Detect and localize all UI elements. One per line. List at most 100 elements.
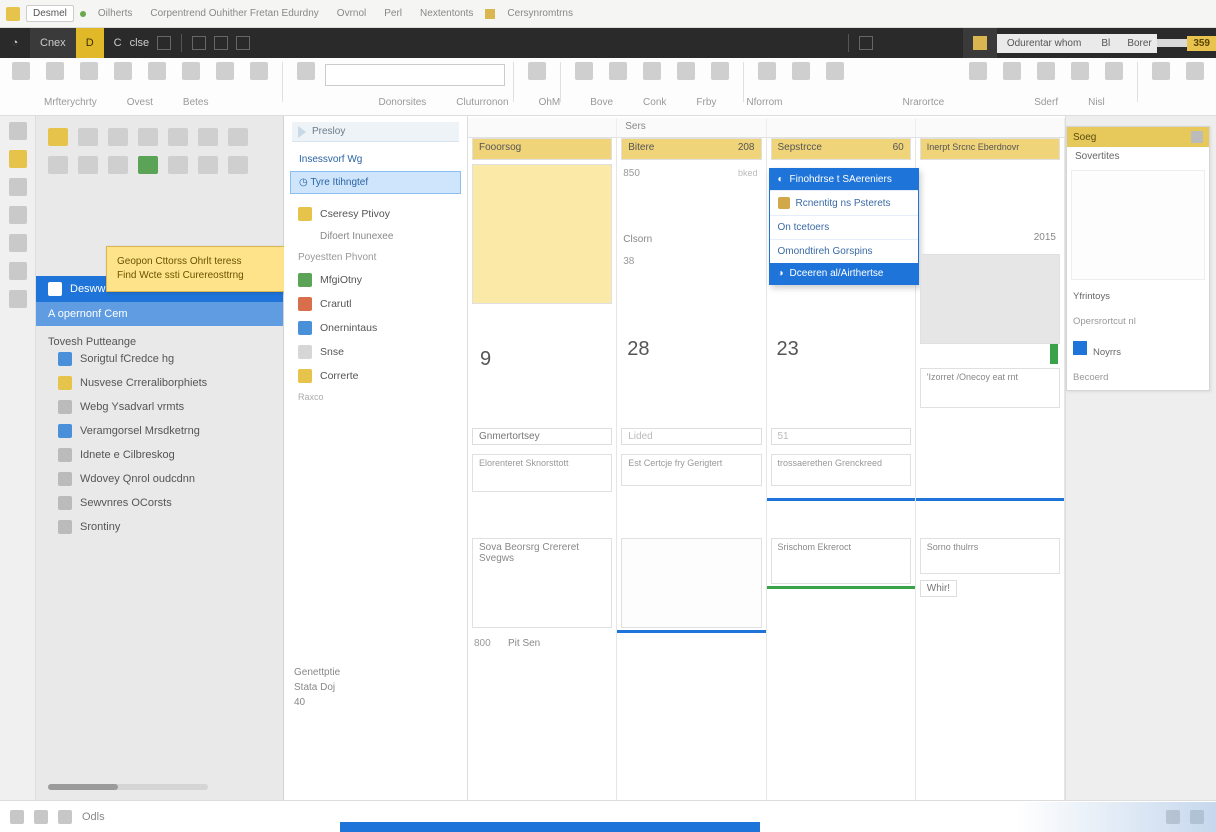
sub-3[interactable]: Betes	[183, 97, 209, 115]
tool-9[interactable]	[291, 62, 321, 80]
tool-8[interactable]	[244, 62, 274, 80]
tool-r5[interactable]	[1099, 62, 1129, 80]
cell-lbl-2[interactable]: Lided	[621, 428, 761, 445]
status-icon-3[interactable]	[58, 810, 72, 824]
exp-row-6[interactable]: Snse	[284, 340, 467, 364]
pal-13-icon[interactable]	[198, 156, 218, 174]
menu-item-2[interactable]: On tcetoers	[770, 215, 918, 239]
day-column-4[interactable]: Inerpt Srcnc Eberdnovr 2015 'Izorret /On…	[916, 138, 1065, 800]
pal-7-icon[interactable]	[228, 128, 248, 146]
pal-14-icon[interactable]	[228, 156, 248, 174]
sub-6[interactable]: OhM	[539, 97, 561, 115]
exp-row-1[interactable]: Cseresy Ptivoy	[284, 202, 467, 226]
ribbon-brand[interactable]: Cnex	[30, 28, 76, 58]
tab-5[interactable]: Perl	[378, 6, 408, 21]
ribbon-btn-c[interactable]: C	[114, 37, 122, 49]
cell-1c[interactable]: Sova Beorsrg Crereret Svegws	[472, 538, 612, 628]
sub-1[interactable]: Mrfterychrty	[44, 97, 97, 115]
tool-6[interactable]	[176, 62, 206, 80]
ribbon-b2[interactable]: Borer	[1117, 34, 1157, 53]
sub-2[interactable]: Ovest	[127, 97, 153, 115]
tool-4[interactable]	[108, 62, 138, 80]
ribbon-b1[interactable]: Bl	[1091, 34, 1117, 53]
tool-16[interactable]	[752, 62, 782, 80]
cell-3b[interactable]: trossaerethen Grenckreed	[771, 454, 911, 486]
cell-lbl-1[interactable]: Gnmertortsey	[472, 428, 612, 445]
tree-row-8[interactable]: Srontiny	[58, 520, 273, 534]
tab-1[interactable]: Desmel	[26, 5, 74, 22]
pal-10-icon[interactable]	[108, 156, 128, 174]
tool-12[interactable]	[603, 62, 633, 80]
rail-4-icon[interactable]	[9, 206, 27, 224]
tool-r3[interactable]	[1031, 62, 1061, 80]
cell-yellow-1[interactable]	[472, 164, 612, 304]
rail-6-icon[interactable]	[9, 262, 27, 280]
day-column-3[interactable]: Sepstrcce60 ◐ Finohdrse t SAereniers Rcn…	[767, 138, 916, 800]
exp-selected[interactable]: ◷ Tyre Itihngtef	[290, 171, 461, 194]
tab-7[interactable]: Cersynromtrns	[501, 6, 579, 21]
sub-11[interactable]: Nrarortce	[903, 97, 945, 115]
day-column-1[interactable]: Fooorsog 9 Gnmertortsey Elorenteret Skno…	[468, 138, 617, 800]
tab-2[interactable]: Oilherts	[92, 6, 138, 21]
pal-4-icon[interactable]	[138, 128, 158, 146]
pal-1-icon[interactable]	[48, 128, 68, 146]
exp-row-5[interactable]: Onernintaus	[284, 316, 467, 340]
sub-12[interactable]: Sderf	[1034, 97, 1058, 115]
nav-item-sub[interactable]: A opernonf Cem	[36, 302, 283, 326]
rail-2-icon[interactable]	[9, 150, 27, 168]
tree-row-2[interactable]: Nusvese Crreraliborphiets	[58, 376, 273, 390]
layout-icon[interactable]	[214, 36, 228, 50]
tool-2[interactable]	[40, 62, 70, 80]
tool-5[interactable]	[142, 62, 172, 80]
person-icon[interactable]: ◔	[0, 37, 30, 49]
tool-11[interactable]	[569, 62, 599, 80]
breadcrumb[interactable]: Presloy	[292, 122, 459, 142]
sub-13[interactable]: Nisl	[1088, 97, 1105, 115]
cell-gold-1[interactable]: Fooorsog	[472, 138, 612, 160]
insp-link[interactable]: Noyrrs	[1067, 335, 1209, 365]
tab-3[interactable]: Corpentrend Ouhither Fretan Edurdny	[144, 6, 324, 21]
menu-header[interactable]: ◐ Finohdrse t SAereniers	[770, 169, 918, 190]
cell-3c[interactable]: Srischom Ekreroct	[771, 538, 911, 584]
pal-11-icon[interactable]	[138, 156, 158, 174]
insp-titlebar[interactable]: Soeg	[1067, 127, 1209, 147]
status-icon-1[interactable]	[10, 810, 24, 824]
menu-item-3[interactable]: Omondtireh Gorspins	[770, 239, 918, 263]
close-icon[interactable]	[1191, 131, 1203, 143]
tree-row-6[interactable]: Wdovey Qnrol oudcdnn	[58, 472, 273, 486]
cell-4-wlbl[interactable]: Whir!	[920, 580, 957, 597]
pal-3-icon[interactable]	[108, 128, 128, 146]
ribbon-btn-close[interactable]: clse	[130, 37, 150, 49]
tool-r2[interactable]	[997, 62, 1027, 80]
tab-6[interactable]: Nextentonts	[414, 6, 479, 21]
tool-10[interactable]	[522, 62, 552, 80]
pal-2-icon[interactable]	[78, 128, 98, 146]
cell-2b[interactable]: Est Certcje fry Gerigtert	[621, 454, 761, 486]
tool-14[interactable]	[671, 62, 701, 80]
tree-row-5[interactable]: Idnete e Cilbreskog	[58, 448, 273, 462]
rail-7-icon[interactable]	[9, 290, 27, 308]
pal-5-icon[interactable]	[168, 128, 188, 146]
pal-9-icon[interactable]	[78, 156, 98, 174]
exp-row-1b[interactable]: Difoert Inunexee	[284, 226, 467, 247]
pal-8-icon[interactable]	[48, 156, 68, 174]
cell-lbl-3[interactable]: 51	[771, 428, 911, 445]
cell-1b[interactable]: Elorenteret Sknorsttott	[472, 454, 612, 492]
warn-icon[interactable]	[973, 36, 987, 50]
panel-icon[interactable]	[859, 36, 873, 50]
cell-4-grey[interactable]	[920, 254, 1060, 344]
tool-18[interactable]	[820, 62, 850, 80]
rail-1-icon[interactable]	[9, 122, 27, 140]
ribbon-account[interactable]: Odurentar whom	[997, 34, 1091, 53]
ribbon-highlight[interactable]: D	[76, 28, 104, 58]
exp-sub[interactable]: Insessvorf Wg	[290, 148, 461, 171]
pal-6-icon[interactable]	[198, 128, 218, 146]
grid-icon[interactable]	[192, 36, 206, 50]
tool-1[interactable]	[6, 62, 36, 80]
search-input[interactable]	[325, 64, 505, 86]
menu-item-1[interactable]: Rcnentitg ns Psterets	[770, 190, 918, 215]
sub-7[interactable]: Bove	[590, 97, 613, 115]
rail-3-icon[interactable]	[9, 178, 27, 196]
cell-gold-2[interactable]: Bitere208	[621, 138, 761, 160]
cell-2c[interactable]	[621, 538, 761, 628]
